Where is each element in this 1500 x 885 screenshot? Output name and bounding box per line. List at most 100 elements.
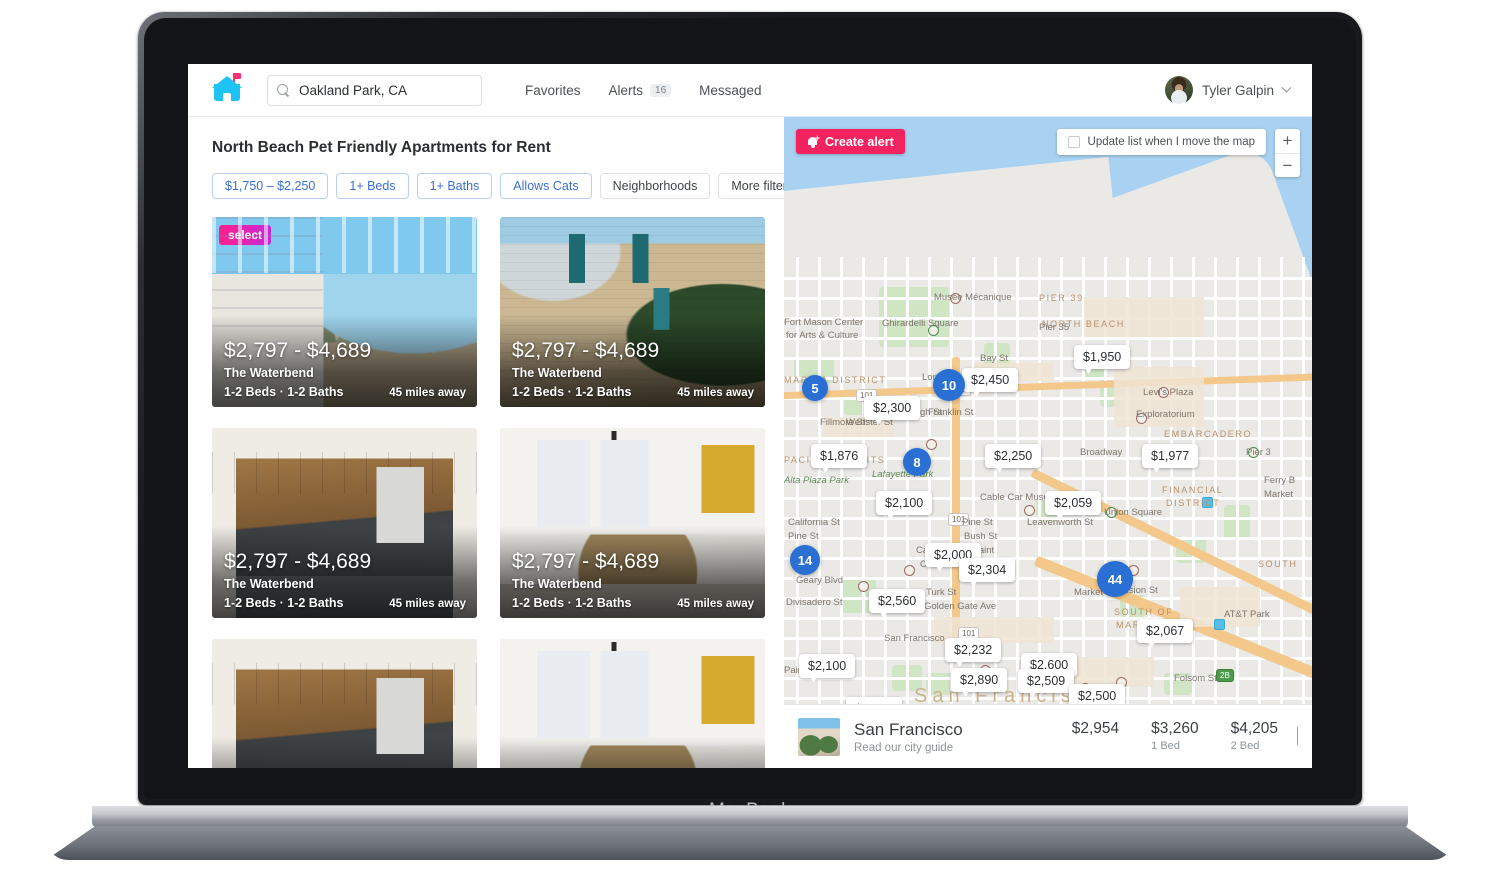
zoom-out-button[interactable]: − <box>1275 153 1300 177</box>
map-label: Ferry B <box>1264 475 1296 486</box>
listing-card[interactable] <box>500 639 765 768</box>
card-distance: 45 miles away <box>389 387 466 399</box>
city-stat: $3,260 1 Bed <box>1151 720 1198 753</box>
map-label: Golden Gate Ave <box>924 601 997 612</box>
listing-card[interactable]: $2,797 - $4,689 The Waterbend 1-2 Beds · 1… <box>500 217 765 407</box>
bell-plus-icon: + <box>807 134 820 148</box>
nav-alerts[interactable]: Alerts 16 <box>609 83 672 98</box>
map-label: Pier 3 <box>1246 447 1271 458</box>
map-price-pin[interactable]: $2,304 <box>959 558 1016 582</box>
laptop-mockup: MacBook Oakland Park, CA Favorites Alert… <box>0 0 1500 885</box>
map-price-pin[interactable]: $1,977 <box>1142 444 1199 468</box>
map-cluster-pin[interactable]: 5 <box>802 375 828 401</box>
card-price: $2,797 - $4,689 <box>512 550 660 573</box>
card-price: $2,797 - $4,689 <box>512 339 660 362</box>
listing-card[interactable] <box>212 639 477 768</box>
city-stat-value: $3,260 <box>1151 720 1199 737</box>
card-property-name: The Waterbend <box>512 366 602 380</box>
update-list-on-move-toggle[interactable]: Update list when I move the map <box>1056 129 1266 155</box>
city-name: San Francisco <box>854 719 963 739</box>
map-label: Fort Mason Center <box>784 317 864 328</box>
city-stat-value: $4,205 <box>1230 720 1278 737</box>
map-label: Folsom St <box>1174 673 1217 684</box>
map-label: Levi's Plaza <box>1143 387 1194 398</box>
card-gradient-overlay <box>500 315 765 407</box>
select-badge: select <box>219 225 272 245</box>
map-price-pin[interactable]: $2,059 <box>1045 491 1102 515</box>
filter-pill-2[interactable]: 1+ Baths <box>416 173 493 199</box>
filter-pill-4[interactable]: Neighborhoods <box>599 173 711 199</box>
map-label: EMBARCADERO <box>1164 429 1253 439</box>
map-price-pin[interactable]: $2,232 <box>945 638 1002 662</box>
filter-bar: $1,750 – $2,250 1+ Beds 1+ Baths Allows Cat… <box>212 173 784 199</box>
map-cluster-pin[interactable]: 8 <box>903 448 931 476</box>
map-label: Pine St <box>788 531 819 542</box>
map-price-pin[interactable]: $1,876 <box>811 444 868 468</box>
filter-pill-1[interactable]: 1+ Beds <box>336 173 409 199</box>
map-cluster-pin[interactable]: 10 <box>933 369 965 401</box>
nav-alerts-label: Alerts <box>608 82 644 98</box>
laptop-base-body <box>46 826 1454 860</box>
map-label: PIER 39 <box>1039 293 1084 303</box>
map-label: SOUTH <box>1258 559 1298 569</box>
page-title: North Beach Pet Friendly Apartments for … <box>212 139 551 156</box>
listing-grid: select $2,797 - $4,689 The Waterbend 1-2 Be… <box>212 217 784 768</box>
map-label: for Arts & Culture <box>786 330 859 341</box>
map-label: Ghirardelli Square <box>882 318 959 329</box>
map-canvas[interactable]: 1011011011012B2A80 Musée MécaniquePIER 3… <box>784 117 1312 768</box>
card-distance: 45 miles away <box>677 387 754 399</box>
map-label: San Francisco <box>884 633 945 644</box>
map-price-pin[interactable]: $2,100 <box>876 491 933 515</box>
search-input[interactable]: Oakland Park, CA <box>267 74 482 106</box>
alerts-count-badge: 16 <box>650 83 672 97</box>
card-price: $2,797 - $4,689 <box>224 550 372 573</box>
filter-pill-5[interactable]: More filters <box>718 173 784 199</box>
listing-card[interactable]: $2,797 - $4,689 The Waterbend 1-2 Beds · 1… <box>212 428 477 618</box>
filter-pill-0[interactable]: $1,750 – $2,250 <box>212 173 329 199</box>
map-panel[interactable]: 1011011011012B2A80 Musée MécaniquePIER 3… <box>784 117 1312 768</box>
map-cluster-pin[interactable]: 44 <box>1097 561 1133 597</box>
city-stat-label <box>1072 740 1119 753</box>
map-label: Broadway <box>1080 447 1123 458</box>
card-beds-baths: 1-2 Beds · 1-2 Baths <box>224 385 344 399</box>
map-price-pin[interactable]: $2,560 <box>869 589 926 613</box>
card-gradient-overlay <box>212 315 477 407</box>
city-guide-link[interactable]: Read our city guide <box>854 742 963 754</box>
map-cluster-pin[interactable]: 14 <box>790 545 820 575</box>
map-price-pin[interactable]: $2,890 <box>951 668 1008 692</box>
listing-card[interactable]: select $2,797 - $4,689 The Waterbend 1-2 Be… <box>212 217 477 407</box>
header-nav: Favorites Alerts 16 Messaged <box>525 83 761 98</box>
map-label: MARINA DISTRICT <box>784 375 887 385</box>
map-label: California St <box>788 517 840 528</box>
map-price-pin[interactable]: $2,509 <box>1018 669 1075 693</box>
map-price-pin[interactable]: $2,100 <box>799 654 856 678</box>
filter-pill-3[interactable]: Allows Cats <box>500 173 592 199</box>
search-input-value: Oakland Park, CA <box>299 82 408 98</box>
map-price-pin[interactable]: $2,250 <box>985 444 1042 468</box>
map-label: Pine St <box>962 517 993 528</box>
map-label: Turk St <box>926 587 957 598</box>
listing-card[interactable]: $2,797 - $4,689 The Waterbend 1-2 Beds · 1… <box>500 428 765 618</box>
laptop-base-top <box>92 806 1408 828</box>
nav-messaged[interactable]: Messaged <box>699 83 761 98</box>
card-beds-baths: 1-2 Beds · 1-2 Baths <box>512 596 632 610</box>
map-price-pin[interactable]: $2,300 <box>864 396 921 420</box>
nav-favorites[interactable]: Favorites <box>525 83 581 98</box>
house-logo-icon[interactable] <box>211 73 245 107</box>
map-price-pin[interactable]: $2,450 <box>962 368 1019 392</box>
user-menu[interactable]: Tyler Galpin <box>1164 76 1292 104</box>
map-label: Divisadero St <box>786 597 843 608</box>
card-gradient-overlay <box>500 737 765 768</box>
city-thumbnail <box>798 717 840 756</box>
map-label: DISTRICT <box>1166 498 1221 508</box>
map-label: Bay St <box>980 353 1008 364</box>
zoom-in-button[interactable]: + <box>1275 129 1300 153</box>
collapse-summary-button[interactable] <box>1297 726 1298 746</box>
update-list-checkbox[interactable] <box>1067 136 1080 148</box>
map-label: Musée Mécanique <box>934 292 1012 303</box>
map-price-pin[interactable]: $1,950 <box>1074 345 1131 369</box>
card-gradient-overlay <box>212 526 477 618</box>
create-alert-button[interactable]: + Create alert <box>796 129 905 154</box>
nav-favorites-label: Favorites <box>525 82 581 98</box>
map-price-pin[interactable]: $2,067 <box>1137 619 1194 643</box>
